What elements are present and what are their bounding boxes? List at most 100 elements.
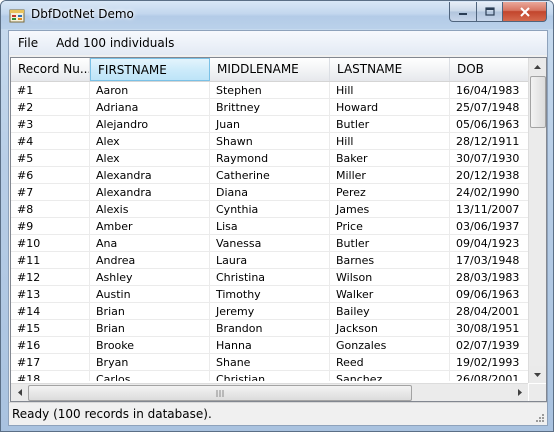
cell-dob[interactable]: 05/06/1963	[450, 116, 529, 133]
close-button[interactable]	[503, 2, 547, 22]
cell-dob[interactable]: 03/06/1937	[450, 218, 529, 235]
cell-lastname[interactable]: Butler	[330, 116, 450, 133]
cell-dob[interactable]: 28/04/2001	[450, 303, 529, 320]
cell-firstname[interactable]: Adriana	[90, 99, 210, 116]
column-header-firstname[interactable]: FIRSTNAME	[90, 58, 210, 81]
cell-dob[interactable]: 28/12/1911	[450, 133, 529, 150]
table-row[interactable]: #8 Alexis Cynthia James 13/11/2007	[11, 201, 529, 218]
cell-middlename[interactable]: Cynthia	[210, 201, 330, 218]
vertical-scroll-thumb[interactable]	[530, 76, 546, 128]
table-row[interactable]: #2 Adriana Brittney Howard 25/07/1948	[11, 99, 529, 116]
cell-dob[interactable]: 26/08/2001	[450, 371, 529, 381]
cell-dob[interactable]: 13/11/2007	[450, 201, 529, 218]
cell-record-number[interactable]: #3	[11, 116, 90, 133]
cell-lastname[interactable]: Jackson	[330, 320, 450, 337]
cell-middlename[interactable]: Lisa	[210, 218, 330, 235]
cell-firstname[interactable]: Andrea	[90, 252, 210, 269]
table-row[interactable]: #14 Brian Jeremy Bailey 28/04/2001	[11, 303, 529, 320]
cell-middlename[interactable]: Christina	[210, 269, 330, 286]
menu-file[interactable]: File	[9, 31, 47, 55]
column-header-lastname[interactable]: LASTNAME	[330, 58, 450, 81]
cell-middlename[interactable]: Christian	[210, 371, 330, 381]
cell-record-number[interactable]: #15	[11, 320, 90, 337]
cell-lastname[interactable]: Barnes	[330, 252, 450, 269]
cell-firstname[interactable]: Alexis	[90, 201, 210, 218]
cell-dob[interactable]: 19/02/1993	[450, 354, 529, 371]
cell-middlename[interactable]: Raymond	[210, 150, 330, 167]
cell-lastname[interactable]: Perez	[330, 184, 450, 201]
cell-dob[interactable]: 17/03/1948	[450, 252, 529, 269]
cell-firstname[interactable]: Ana	[90, 235, 210, 252]
cell-middlename[interactable]: Diana	[210, 184, 330, 201]
cell-record-number[interactable]: #7	[11, 184, 90, 201]
table-row[interactable]: #10 Ana Vanessa Butler 09/04/1923	[11, 235, 529, 252]
table-row[interactable]: #15 Brian Brandon Jackson 30/08/1951	[11, 320, 529, 337]
horizontal-scrollbar[interactable]	[11, 383, 528, 401]
cell-lastname[interactable]: Reed	[330, 354, 450, 371]
table-row[interactable]: #12 Ashley Christina Wilson 28/03/1983	[11, 269, 529, 286]
cell-lastname[interactable]: Gonzales	[330, 337, 450, 354]
cell-middlename[interactable]: Shawn	[210, 133, 330, 150]
table-row[interactable]: #5 Alex Raymond Baker 30/07/1930	[11, 150, 529, 167]
cell-lastname[interactable]: Sanchez	[330, 371, 450, 381]
cell-lastname[interactable]: Walker	[330, 286, 450, 303]
cell-lastname[interactable]: Bailey	[330, 303, 450, 320]
cell-dob[interactable]: 09/06/1963	[450, 286, 529, 303]
minimize-button[interactable]	[449, 2, 477, 22]
maximize-button[interactable]	[477, 2, 503, 22]
cell-middlename[interactable]: Timothy	[210, 286, 330, 303]
scroll-left-button[interactable]	[11, 384, 28, 401]
table-row[interactable]: #6 Alexandra Catherine Miller 20/12/1938	[11, 167, 529, 184]
table-row[interactable]: #1 Aaron Stephen Hill 16/04/1983	[11, 82, 529, 99]
cell-middlename[interactable]: Catherine	[210, 167, 330, 184]
column-header-middlename[interactable]: MIDDLENAME	[210, 58, 330, 81]
cell-record-number[interactable]: #6	[11, 167, 90, 184]
cell-record-number[interactable]: #8	[11, 201, 90, 218]
cell-firstname[interactable]: Aaron	[90, 82, 210, 99]
title-bar[interactable]: DbfDotNet Demo	[1, 1, 553, 29]
cell-firstname[interactable]: Austin	[90, 286, 210, 303]
cell-record-number[interactable]: #18	[11, 371, 90, 381]
cell-dob[interactable]: 25/07/1948	[450, 99, 529, 116]
cell-firstname[interactable]: Alex	[90, 133, 210, 150]
cell-lastname[interactable]: Howard	[330, 99, 450, 116]
scroll-up-button[interactable]	[529, 58, 546, 75]
cell-dob[interactable]: 30/07/1930	[450, 150, 529, 167]
cell-lastname[interactable]: Hill	[330, 82, 450, 99]
cell-firstname[interactable]: Amber	[90, 218, 210, 235]
cell-firstname[interactable]: Brian	[90, 320, 210, 337]
cell-firstname[interactable]: Brooke	[90, 337, 210, 354]
cell-record-number[interactable]: #5	[11, 150, 90, 167]
cell-middlename[interactable]: Shane	[210, 354, 330, 371]
table-row[interactable]: #11 Andrea Laura Barnes 17/03/1948	[11, 252, 529, 269]
horizontal-scroll-thumb[interactable]	[28, 385, 412, 401]
cell-middlename[interactable]: Stephen	[210, 82, 330, 99]
cell-record-number[interactable]: #11	[11, 252, 90, 269]
cell-lastname[interactable]: Miller	[330, 167, 450, 184]
cell-firstname[interactable]: Alexandra	[90, 167, 210, 184]
cell-middlename[interactable]: Juan	[210, 116, 330, 133]
cell-record-number[interactable]: #16	[11, 337, 90, 354]
cell-middlename[interactable]: Hanna	[210, 337, 330, 354]
cell-record-number[interactable]: #9	[11, 218, 90, 235]
cell-middlename[interactable]: Brittney	[210, 99, 330, 116]
cell-dob[interactable]: 24/02/1990	[450, 184, 529, 201]
cell-firstname[interactable]: Ashley	[90, 269, 210, 286]
cell-record-number[interactable]: #12	[11, 269, 90, 286]
cell-firstname[interactable]: Alejandro	[90, 116, 210, 133]
column-header-dob[interactable]: DOB	[450, 58, 529, 81]
table-row[interactable]: #16 Brooke Hanna Gonzales 02/07/1939	[11, 337, 529, 354]
cell-lastname[interactable]: Wilson	[330, 269, 450, 286]
table-row[interactable]: #17 Bryan Shane Reed 19/02/1993	[11, 354, 529, 371]
cell-record-number[interactable]: #17	[11, 354, 90, 371]
cell-dob[interactable]: 09/04/1923	[450, 235, 529, 252]
cell-dob[interactable]: 20/12/1938	[450, 167, 529, 184]
table-row[interactable]: #18 Carlos Christian Sanchez 26/08/2001	[11, 371, 529, 381]
scroll-right-button[interactable]	[511, 384, 528, 401]
cell-dob[interactable]: 30/08/1951	[450, 320, 529, 337]
menu-add-100-individuals[interactable]: Add 100 individuals	[47, 31, 183, 55]
cell-record-number[interactable]: #10	[11, 235, 90, 252]
table-row[interactable]: #4 Alex Shawn Hill 28/12/1911	[11, 133, 529, 150]
cell-dob[interactable]: 02/07/1939	[450, 337, 529, 354]
data-grid[interactable]: Record Nu... FIRSTNAME MIDDLENAME LASTNA…	[10, 57, 547, 402]
